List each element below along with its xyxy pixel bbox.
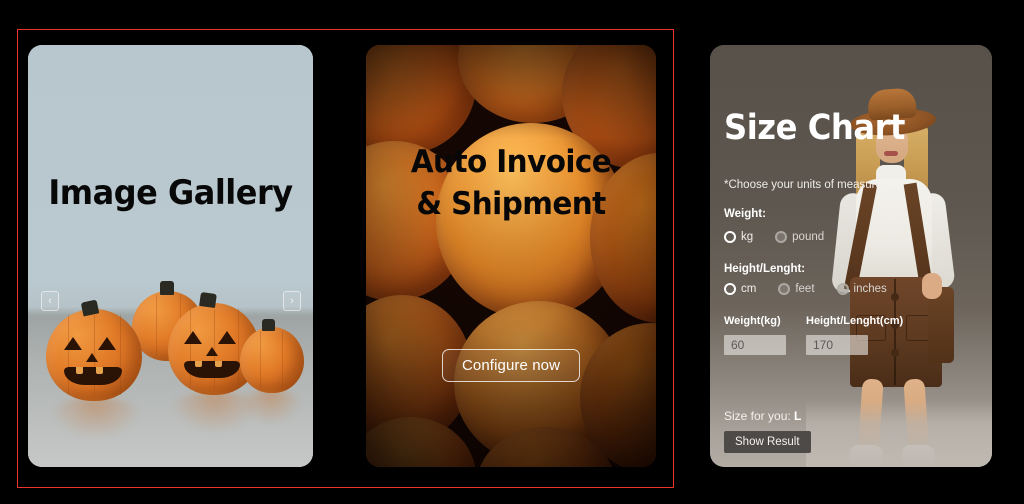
auto-invoice-title-line2: & Shipment xyxy=(416,185,606,222)
auto-invoice-title: Auto Invoice & Shipment xyxy=(373,142,649,226)
screenshot-canvas: Image Gallery ‹ › Auto Invoice & Shipmen… xyxy=(0,0,1024,504)
size-result-value: L xyxy=(794,409,802,423)
radio-height-inches[interactable]: inches xyxy=(836,283,887,295)
pumpkin-pile-background xyxy=(366,45,656,467)
gallery-prev-arrow-icon[interactable]: ‹ xyxy=(41,291,59,311)
height-group-label: Height/Lenght: xyxy=(724,263,806,275)
radio-label-cm: cm xyxy=(741,283,757,295)
weight-group-label: Weight: xyxy=(724,208,766,220)
height-unit-radio-group[interactable]: cm feet inches xyxy=(724,283,909,295)
pumpkin-stem xyxy=(199,291,217,309)
radio-label-kg: kg xyxy=(741,231,754,243)
pumpkin-stem xyxy=(262,319,275,331)
configure-now-button[interactable]: Configure now xyxy=(441,349,581,382)
gallery-next-arrow-icon[interactable]: › xyxy=(283,291,301,311)
height-input[interactable] xyxy=(806,335,868,355)
auto-invoice-card[interactable]: Auto Invoice & Shipment Configure now xyxy=(366,45,656,467)
weight-input[interactable] xyxy=(724,335,786,355)
image-gallery-card[interactable]: Image Gallery ‹ › xyxy=(28,45,313,467)
radio-label-inches: inches xyxy=(853,283,887,295)
size-chart-title: Size Chart xyxy=(724,108,905,148)
show-result-button[interactable]: Show Result xyxy=(724,431,811,453)
size-chart-card[interactable]: Size Chart *Choose your units of measure… xyxy=(710,45,992,467)
size-result-text: Size for you: L xyxy=(724,409,801,423)
weight-field-label: Weight(kg) xyxy=(724,315,781,327)
radio-label-feet: feet xyxy=(795,283,815,295)
radio-weight-kg[interactable]: kg xyxy=(724,231,753,243)
weight-unit-radio-group[interactable]: kg pound xyxy=(724,231,846,243)
radio-height-feet[interactable]: feet xyxy=(778,283,815,295)
pumpkin-stem xyxy=(160,281,174,295)
auto-invoice-title-line1: Auto Invoice xyxy=(410,144,612,180)
size-result-prefix: Size for you: xyxy=(724,409,791,423)
radio-unselected-icon xyxy=(775,231,788,243)
size-chart-form: Size Chart *Choose your units of measure… xyxy=(710,45,992,467)
pumpkin-small-right xyxy=(240,327,304,393)
radio-unselected-icon xyxy=(778,283,791,295)
radio-weight-pound[interactable]: pound xyxy=(775,231,824,243)
units-hint-text: *Choose your units of measure xyxy=(724,179,882,191)
radio-selected-icon xyxy=(724,231,736,243)
image-gallery-title: Image Gallery xyxy=(48,173,293,213)
radio-selected-icon xyxy=(724,283,736,295)
radio-height-cm[interactable]: cm xyxy=(724,283,756,295)
radio-label-pound: pound xyxy=(792,231,825,243)
height-field-label: Height/Lenght(cm) xyxy=(806,315,904,327)
radio-unselected-icon xyxy=(836,283,849,295)
